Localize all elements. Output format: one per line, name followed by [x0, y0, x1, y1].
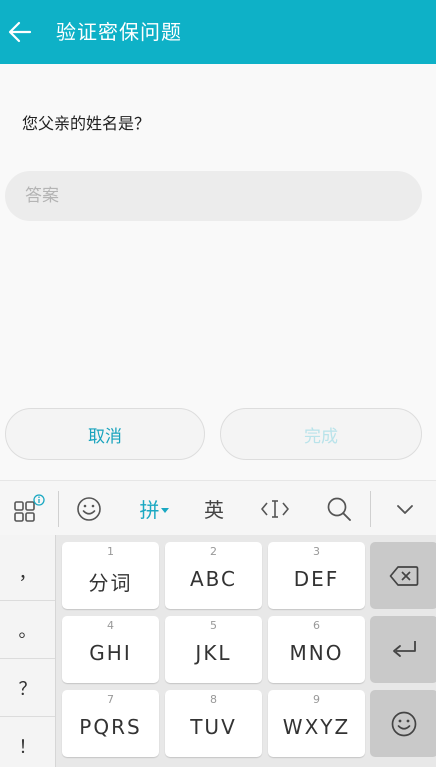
search-icon — [327, 497, 351, 521]
search-toolbar-button[interactable] — [314, 481, 364, 536]
key-label: ABC — [189, 567, 237, 591]
key-5-jkl[interactable]: 5 JKL — [165, 616, 262, 683]
key-label: JKL — [195, 641, 232, 665]
english-mode-button[interactable]: 英 — [192, 481, 236, 536]
key-number: 1 — [107, 545, 114, 558]
backspace-key[interactable] — [370, 542, 436, 609]
key-label: 分词 — [88, 571, 133, 595]
key-label: TUV — [190, 715, 237, 739]
key-number: 4 — [107, 619, 114, 632]
cursor-button[interactable] — [250, 481, 300, 536]
arrow-left-icon — [8, 21, 32, 43]
security-question-label: 您父亲的姓名是？ — [22, 114, 151, 133]
page-title: 验证密保问题 — [56, 20, 182, 44]
keyboard-toolbar: 拼 英 — [0, 480, 436, 535]
key-label: MNO — [289, 641, 344, 665]
key-9-wxyz[interactable]: 9 WXYZ — [268, 690, 365, 757]
key-label: GHI — [89, 641, 132, 665]
emoji-toolbar-button[interactable] — [64, 481, 114, 536]
key-number: 5 — [210, 619, 217, 632]
key-number: 3 — [313, 545, 320, 558]
punct-key-question[interactable]: ？ — [0, 659, 55, 717]
punct-key-exclamation[interactable]: ！ — [0, 717, 55, 767]
key-number: 2 — [210, 545, 217, 558]
answer-input[interactable] — [5, 171, 422, 221]
key-7-pqrs[interactable]: 7 PQRS — [62, 690, 159, 757]
pinyin-label: 拼 — [139, 498, 160, 522]
collapse-keyboard-button[interactable] — [380, 481, 430, 536]
done-button[interactable]: 完成 — [220, 408, 422, 460]
toolbar-divider — [370, 491, 371, 527]
key-number: 7 — [107, 693, 114, 706]
enter-key[interactable] — [370, 616, 436, 683]
key-4-ghi[interactable]: 4 GHI — [62, 616, 159, 683]
grid-menu-icon — [14, 493, 45, 522]
caret-down-icon — [160, 507, 169, 513]
backspace-icon — [389, 565, 419, 586]
key-number: 8 — [210, 693, 217, 706]
key-3-def[interactable]: 3 DEF — [268, 542, 365, 609]
cancel-button[interactable]: 取消 — [5, 408, 205, 460]
english-label: 英 — [204, 498, 224, 522]
key-label: DEF — [293, 567, 340, 591]
punctuation-column: ， 。 ？ ！ — [0, 535, 56, 767]
emoji-icon — [77, 496, 101, 521]
cursor-icon — [261, 499, 289, 518]
security-question-form: 您父亲的姓名是？ 取消 完成 — [0, 64, 436, 480]
key-2-abc[interactable]: 2 ABC — [165, 542, 262, 609]
key-label: WXYZ — [282, 715, 351, 739]
key-label: PQRS — [79, 715, 142, 739]
enter-icon — [393, 640, 416, 657]
keyboard: ， 。 ？ ！ 1 分词 2 ABC 3 DEF 4 GHI 5 JKL 6 M… — [0, 535, 436, 767]
key-number: 9 — [313, 693, 320, 706]
key-number: 6 — [313, 619, 320, 632]
punct-key-comma[interactable]: ， — [0, 543, 55, 601]
toolbar-divider — [58, 491, 59, 527]
emoji-icon — [391, 711, 417, 736]
app-bar: 验证密保问题 — [0, 0, 436, 64]
key-8-tuv[interactable]: 8 TUV — [165, 690, 262, 757]
punct-key-period[interactable]: 。 — [0, 601, 55, 659]
key-6-mno[interactable]: 6 MNO — [268, 616, 365, 683]
key-1-segment[interactable]: 1 分词 — [62, 542, 159, 609]
pinyin-mode-button[interactable]: 拼 — [128, 481, 180, 536]
collapse-icon — [397, 504, 413, 514]
keyboard-menu-button[interactable] — [0, 481, 56, 536]
back-button[interactable] — [6, 18, 34, 46]
emoji-key[interactable] — [370, 690, 436, 757]
